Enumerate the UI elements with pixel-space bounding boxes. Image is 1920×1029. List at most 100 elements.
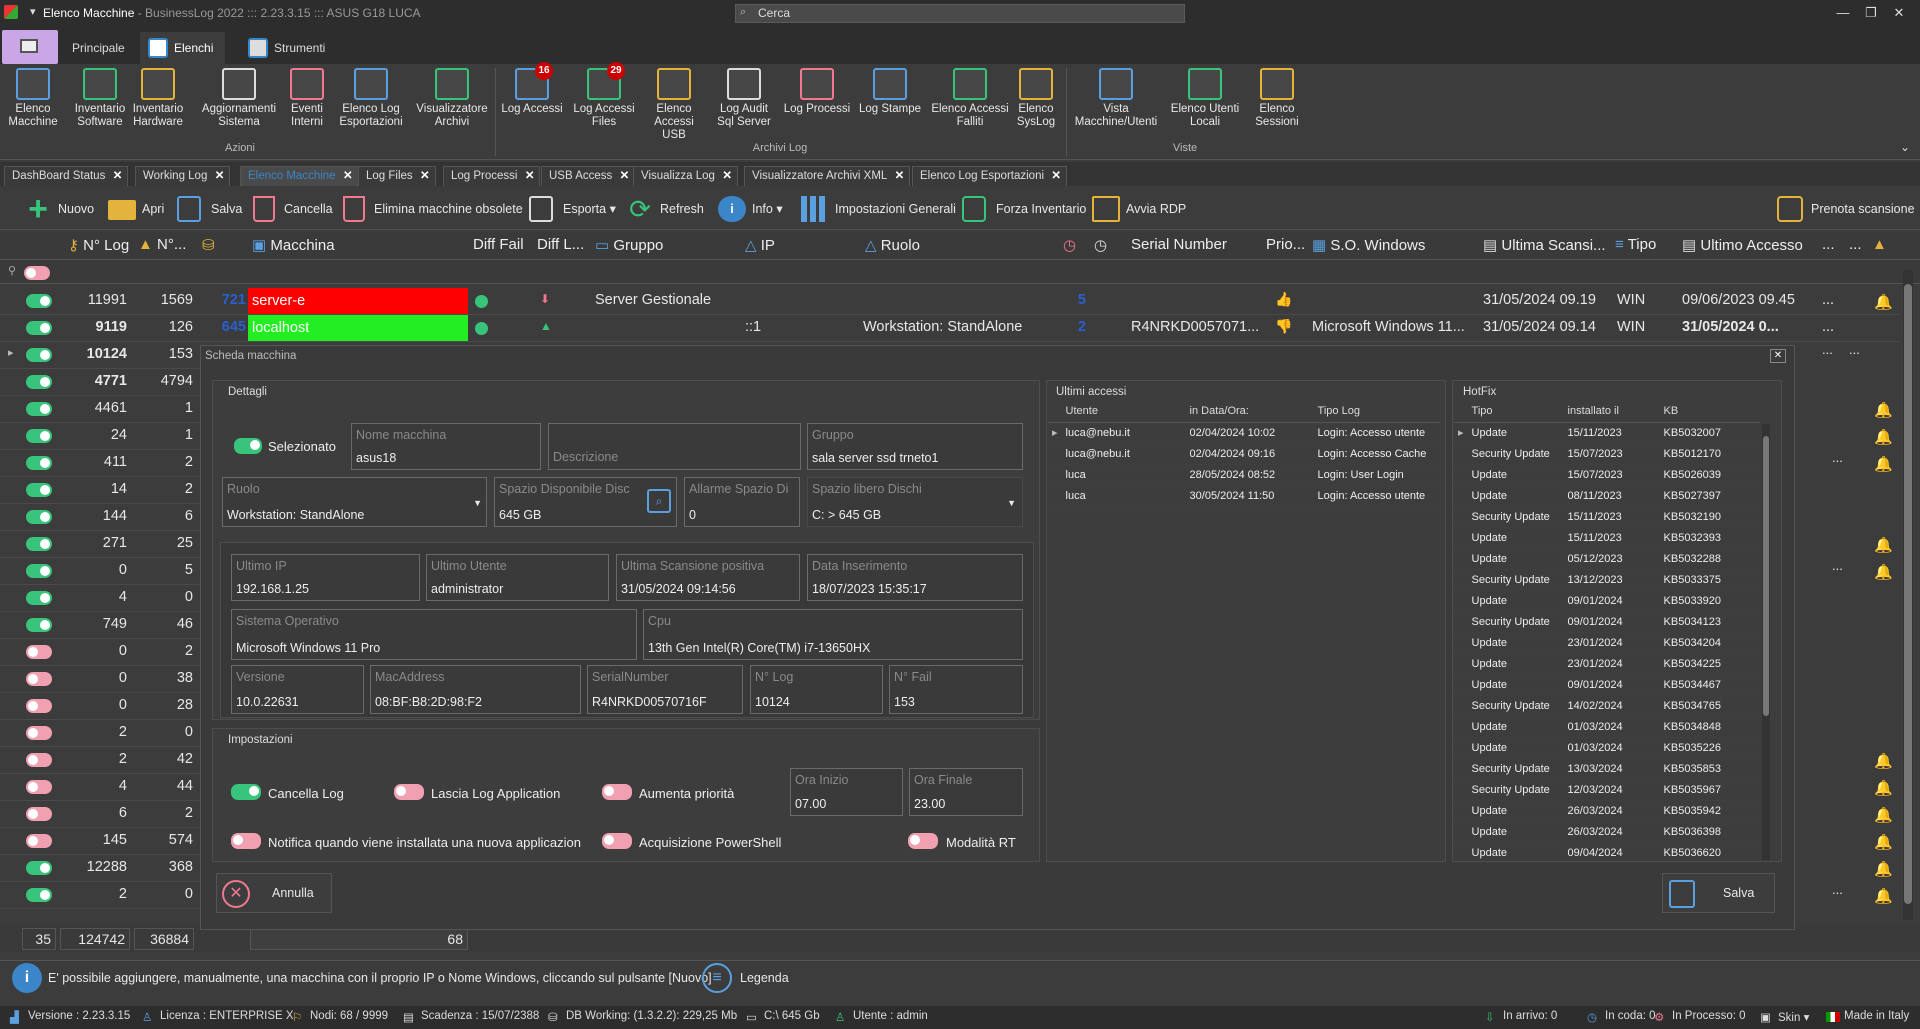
row-enabled-toggle[interactable] <box>26 429 52 443</box>
row-expand-icon[interactable]: ▸ <box>8 346 14 359</box>
table-header[interactable]: in Data/Ora: <box>1185 401 1314 423</box>
table-row[interactable]: Update 01/03/2024 KB5034848 <box>1454 716 1760 738</box>
col-serial[interactable]: Serial Number <box>1131 236 1227 253</box>
doc-tab-6[interactable]: Visualizza Log ✕ <box>633 166 738 186</box>
table-row[interactable]: Security Update 12/03/2024 KB5035967 <box>1454 779 1760 801</box>
tab-principale[interactable]: Principale <box>60 32 137 64</box>
close-tab-icon[interactable]: ✕ <box>215 167 225 186</box>
table-row[interactable]: Security Update 15/11/2023 KB5032190 <box>1454 506 1760 528</box>
col-difflog[interactable]: Diff L... <box>537 236 584 253</box>
notifica-toggle[interactable] <box>231 833 261 849</box>
table-row[interactable]: Security Update 13/03/2024 KB5035853 <box>1454 758 1760 780</box>
row-enabled-toggle[interactable] <box>26 645 52 659</box>
table-row[interactable]: 20 <box>0 882 200 909</box>
col-os[interactable]: ▦ S.O. Windows <box>1312 236 1425 254</box>
table-header[interactable]: Tipo <box>1467 401 1564 423</box>
search-icon[interactable]: ⌕ <box>647 489 671 513</box>
scrollbar-thumb[interactable] <box>1904 284 1912 904</box>
restore-button[interactable]: ❐ <box>1858 4 1884 24</box>
table-row[interactable]: Update 08/11/2023 KB5027397 <box>1454 485 1760 507</box>
table-row[interactable]: 10124 153 <box>0 342 200 369</box>
table-row[interactable]: 144 6 <box>0 504 200 531</box>
table-row[interactable]: 20 <box>0 720 200 747</box>
close-tab-icon[interactable]: ✕ <box>113 167 123 186</box>
lascia-log-toggle[interactable] <box>394 784 424 800</box>
row-enabled-toggle[interactable] <box>26 294 52 308</box>
col-time-icon[interactable]: ◷ <box>1094 236 1107 254</box>
row-enabled-toggle[interactable] <box>26 321 52 335</box>
legenda-button[interactable]: Legenda <box>740 971 789 985</box>
search-input[interactable]: Cerca <box>735 4 1185 23</box>
row-enabled-toggle[interactable] <box>26 780 52 794</box>
salva-button[interactable]: Salva <box>175 194 242 224</box>
minimize-button[interactable]: — <box>1830 4 1856 24</box>
table-row[interactable]: 12288 368 <box>0 855 200 882</box>
close-tab-icon[interactable]: ✕ <box>525 167 535 186</box>
table-row[interactable]: Update 01/03/2024 KB5035226 <box>1454 737 1760 759</box>
table-row[interactable]: Update 09/01/2024 KB5034467 <box>1454 674 1760 696</box>
ribbon-archivi-button-6[interactable]: Elenco Accessi Falliti <box>930 68 1010 129</box>
apri-button[interactable]: Apri <box>106 194 164 224</box>
ribbon-archivi-button-7[interactable]: Elenco SysLog <box>1014 68 1058 129</box>
table-row[interactable]: 0 28 <box>0 693 200 720</box>
row-enabled-toggle[interactable] <box>26 402 52 416</box>
spazio-libero-select[interactable]: Spazio libero Dischi C: > 645 GB ▼ <box>807 477 1023 527</box>
table-row[interactable]: 749 46 <box>0 612 200 639</box>
table-row[interactable]: Update 05/12/2023 KB5032288 <box>1454 548 1760 570</box>
row-enabled-toggle[interactable] <box>26 591 52 605</box>
col-ultacc[interactable]: ▤ Ultimo Accesso <box>1682 236 1812 254</box>
ribbon-archivi-button-2[interactable]: Elenco Accessi USB <box>642 68 706 142</box>
filter-row[interactable] <box>0 260 1920 284</box>
allarme-spazio-field[interactable]: Allarme Spazio Di 0 <box>684 477 800 527</box>
row-enabled-toggle[interactable] <box>26 888 52 902</box>
ribbon-azioni-button-1[interactable]: Inventario Software <box>74 68 126 129</box>
table-row[interactable]: 9119 126 645 localhost ▲::1 Workstation: Stan… <box>0 315 1900 342</box>
close-tab-icon[interactable]: ✕ <box>895 167 905 186</box>
close-tab-icon[interactable]: ✕ <box>620 167 630 186</box>
table-row[interactable]: Update 23/01/2024 KB5034225 <box>1454 653 1760 675</box>
table-row[interactable]: Update 26/03/2024 KB5035942 <box>1454 800 1760 822</box>
ribbon-archivi-button-5[interactable]: Log Stampe <box>856 68 924 116</box>
row-enabled-toggle[interactable] <box>26 834 52 848</box>
table-row[interactable]: Security Update 13/12/2023 KB5033375 <box>1454 569 1760 591</box>
table-header[interactable]: Tipo Log <box>1313 401 1440 423</box>
table-row[interactable]: 0 38 <box>0 666 200 693</box>
ora-finale-field[interactable]: Ora Finale 23.00 <box>909 768 1023 816</box>
selezionato-toggle[interactable] <box>234 438 262 454</box>
col-difffail[interactable]: Diff Fail <box>473 236 524 253</box>
doc-tab-2[interactable]: Elenco Macchine ✕ <box>240 166 359 186</box>
tab-strumenti[interactable]: Strumenti <box>240 32 337 64</box>
spazio-disponibile-field[interactable]: Spazio Disponibile Disc 645 GB ⌕ <box>494 477 677 527</box>
col-alert-icon[interactable]: ▲ <box>1872 236 1887 253</box>
table-row[interactable]: 411 2 <box>0 450 200 477</box>
table-row[interactable]: luca 30/05/2024 11:50 Login: Accesso utent… <box>1048 485 1440 507</box>
table-row[interactable]: 62 <box>0 801 200 828</box>
table-row[interactable]: Update 15/07/2023 KB5026039 <box>1454 464 1760 486</box>
tab-elenchi[interactable]: Elenchi <box>140 32 226 64</box>
table-row[interactable]: 271 25 <box>0 531 200 558</box>
table-row[interactable]: ▸ luca@nebu.it 02/04/2024 10:02 Login: Acce… <box>1048 422 1440 444</box>
col-tipo[interactable]: ≡ Tipo <box>1615 236 1656 253</box>
table-row[interactable]: 145 574 <box>0 828 200 855</box>
doc-tab-3[interactable]: Log Files ✕ <box>358 166 436 186</box>
doc-tab-8[interactable]: Elenco Log Esportazioni ✕ <box>912 166 1068 186</box>
descrizione-field[interactable]: Descrizione <box>548 423 801 470</box>
scrollbar-thumb[interactable] <box>1763 436 1769 716</box>
row-enabled-toggle[interactable] <box>26 537 52 551</box>
hotfix-scrollbar[interactable] <box>1762 424 1770 860</box>
quick-access-chevron-icon[interactable]: ▾ <box>30 5 36 18</box>
ribbon-archivi-button-1[interactable]: 29 Log Accessi Files <box>572 62 636 129</box>
ribbon-azioni-button-6[interactable]: Visualizzatore Archivi <box>412 68 492 129</box>
row-enabled-toggle[interactable] <box>26 618 52 632</box>
collapse-ribbon-icon[interactable]: ⌄ <box>1900 140 1910 154</box>
ribbon-azioni-button-2[interactable]: Inventario Hardware <box>132 68 184 129</box>
close-window-button[interactable]: ✕ <box>1886 4 1912 24</box>
col-clock-icon[interactable]: ◷ <box>1063 236 1076 254</box>
nuovo-button[interactable]: + Nuovo <box>22 192 94 226</box>
ribbon-archivi-button-4[interactable]: Log Processi <box>782 68 852 116</box>
ribbon-archivi-button-0[interactable]: 16 Log Accessi <box>500 62 564 116</box>
table-row[interactable]: 4461 1 <box>0 396 200 423</box>
close-tab-icon[interactable]: ✕ <box>343 167 353 186</box>
row-enabled-toggle[interactable] <box>26 861 52 875</box>
filter-toggle[interactable] <box>24 266 50 280</box>
